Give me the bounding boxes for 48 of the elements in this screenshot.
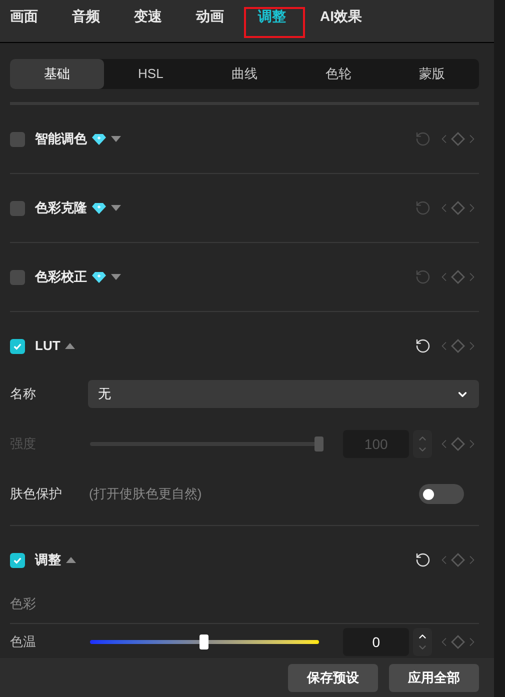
top-tab[interactable]: 音频 xyxy=(72,4,100,28)
keyframe-diamond-icon[interactable] xyxy=(451,132,465,146)
keyframe-diamond-icon[interactable] xyxy=(451,270,465,284)
collapse-caret-icon[interactable] xyxy=(65,343,76,349)
section-title: 智能调色 xyxy=(35,130,87,148)
slider-thumb[interactable] xyxy=(200,634,209,650)
subtab[interactable]: 色轮 xyxy=(291,59,386,89)
footer-button[interactable]: 应用全部 xyxy=(389,664,479,692)
stepper-control[interactable] xyxy=(413,430,432,458)
check-icon xyxy=(13,342,22,350)
collapse-caret-icon[interactable] xyxy=(66,557,76,563)
hint-text: (打开使肤色更自然) xyxy=(89,485,202,504)
expand-caret-icon[interactable] xyxy=(111,136,121,142)
section-title: LUT xyxy=(35,337,60,356)
top-tab[interactable]: 画面 xyxy=(10,4,38,28)
subtab[interactable]: 蒙版 xyxy=(385,59,479,89)
section-title: 色彩克隆 xyxy=(35,199,87,218)
checkbox[interactable] xyxy=(10,338,25,354)
slider-track[interactable] xyxy=(90,634,320,650)
checkbox[interactable] xyxy=(10,552,25,568)
top-tab[interactable]: 动画 xyxy=(196,4,224,28)
lut-select[interactable]: 无 xyxy=(88,380,479,408)
checkbox[interactable] xyxy=(10,132,25,146)
toggle-switch[interactable] xyxy=(419,484,464,504)
check-icon xyxy=(13,556,22,564)
keyframe-diamond-icon[interactable] xyxy=(451,339,465,353)
slider-label: 色温 xyxy=(10,633,37,652)
section-title: 调整 xyxy=(35,551,61,570)
field-label: 肤色保护 xyxy=(10,485,63,504)
section-title: 色彩校正 xyxy=(35,268,87,286)
top-tab[interactable]: 调整 xyxy=(258,4,286,28)
keyframe-diamond-icon[interactable] xyxy=(451,635,465,649)
keyframe-diamond-icon[interactable] xyxy=(451,437,465,451)
expand-caret-icon[interactable] xyxy=(111,274,121,280)
checkbox[interactable] xyxy=(10,200,25,216)
subtab[interactable]: HSL xyxy=(104,59,198,89)
top-tab[interactable]: 变速 xyxy=(134,4,162,28)
footer-button[interactable]: 保存预设 xyxy=(288,664,378,692)
number-field[interactable]: 0 xyxy=(343,628,409,656)
keyframe-diamond-icon[interactable] xyxy=(451,201,465,215)
subtab[interactable]: 基础 xyxy=(10,59,104,89)
group-label: 色彩 xyxy=(10,595,36,614)
keyframe-diamond-icon[interactable] xyxy=(451,553,465,567)
checkbox[interactable] xyxy=(10,270,25,284)
field-label: 名称 xyxy=(10,385,37,404)
top-tab[interactable]: AI效果 xyxy=(320,4,362,28)
subtab[interactable]: 曲线 xyxy=(198,59,292,89)
expand-caret-icon[interactable] xyxy=(111,205,121,211)
